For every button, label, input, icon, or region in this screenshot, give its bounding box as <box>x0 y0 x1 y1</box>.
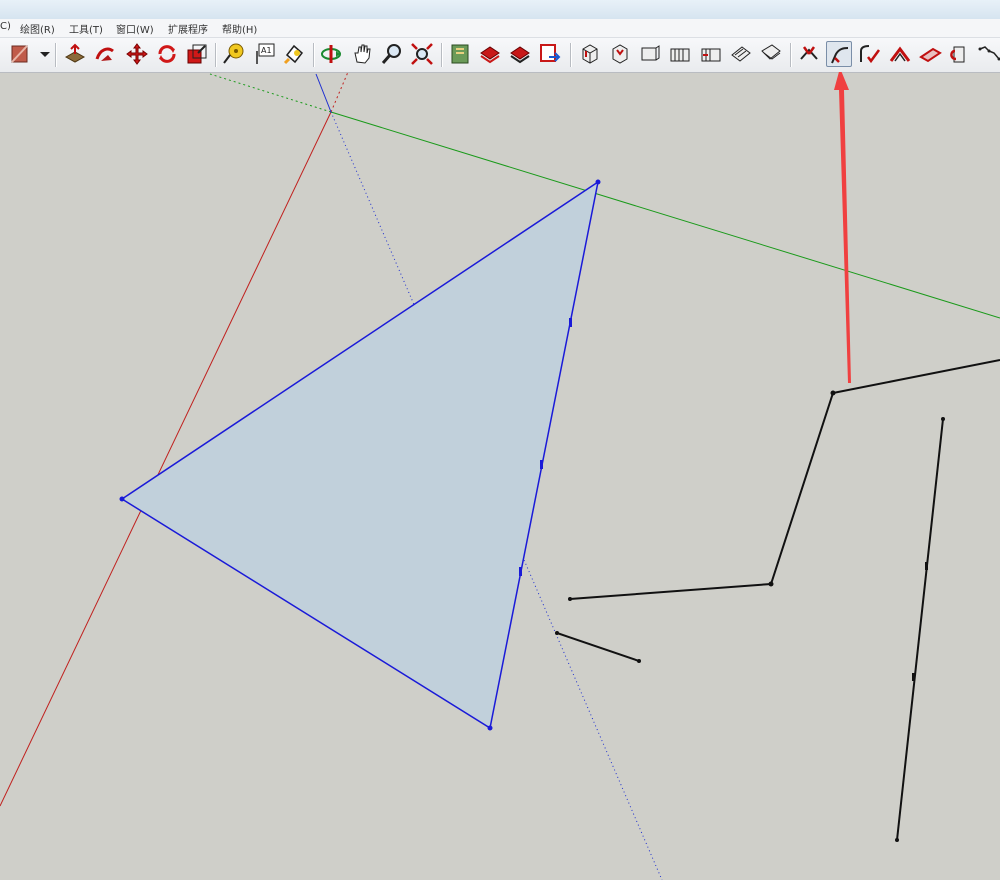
rotate-face-icon[interactable] <box>946 41 972 67</box>
toolbar-separator <box>441 43 442 67</box>
triangle-face[interactable] <box>122 182 598 728</box>
vertex-point <box>595 179 601 185</box>
model-viewport[interactable] <box>0 72 1000 880</box>
vertex-point <box>555 631 559 635</box>
paint-bucket-icon[interactable] <box>281 41 307 67</box>
edge-segment-marker <box>519 567 522 576</box>
dropdown-arrow-icon[interactable] <box>32 41 50 67</box>
vertex-point <box>568 597 572 601</box>
send-to-layout-icon[interactable] <box>537 41 563 67</box>
extension-warehouse-icon[interactable] <box>507 41 533 67</box>
green-axis <box>330 111 1000 319</box>
toolbar-separator <box>570 43 571 67</box>
move-icon[interactable] <box>124 41 150 67</box>
green-axis-hidden <box>209 73 332 113</box>
pan-icon[interactable] <box>349 41 375 67</box>
extrude-icon[interactable] <box>917 41 943 67</box>
push-pull-icon[interactable] <box>62 41 88 67</box>
toolbar-separator <box>215 43 216 67</box>
scale-icon[interactable] <box>184 41 210 67</box>
menu-item-tools[interactable]: 工具(T) <box>69 21 103 36</box>
svg-text:A1: A1 <box>261 46 272 55</box>
vertex-point <box>487 725 493 731</box>
vertex-point <box>119 496 125 502</box>
follow-me-icon[interactable] <box>92 41 118 67</box>
menu-item-help[interactable]: 帮助(H) <box>222 21 257 36</box>
vertex-point <box>830 390 836 396</box>
share-model-icon[interactable] <box>477 41 503 67</box>
curve-icon[interactable] <box>976 41 1000 67</box>
long-edge[interactable] <box>896 418 944 841</box>
blue-axis <box>315 73 332 113</box>
top-view-icon[interactable] <box>607 41 633 67</box>
toolbar-separator <box>790 43 791 67</box>
zoom-icon[interactable] <box>379 41 405 67</box>
edge-segment-marker <box>540 460 543 469</box>
zoom-extents-icon[interactable] <box>409 41 435 67</box>
bottom-view-icon[interactable] <box>758 41 784 67</box>
tape-measure-icon[interactable] <box>221 41 247 67</box>
short-edge[interactable] <box>556 632 640 662</box>
rotate-icon[interactable] <box>154 41 180 67</box>
right-view-icon[interactable] <box>667 41 693 67</box>
iso-view-icon[interactable] <box>577 41 603 67</box>
vertex-point <box>941 417 945 421</box>
fillet-icon[interactable] <box>857 41 883 67</box>
front-view-icon[interactable] <box>637 41 663 67</box>
vertex-point <box>637 659 641 663</box>
menu-item-draw[interactable]: 绘图(R) <box>20 21 55 36</box>
menu-item-extensions[interactable]: 扩展程序 <box>168 21 208 36</box>
text-icon[interactable]: A1 <box>251 41 277 67</box>
menu-item-edit[interactable]: C) <box>0 21 11 32</box>
orbit-icon[interactable] <box>318 41 344 67</box>
make-face-icon[interactable] <box>796 41 822 67</box>
back-view-icon[interactable] <box>698 41 724 67</box>
title-bar <box>0 0 1000 19</box>
vertex-point <box>895 838 899 842</box>
weld-edges-icon[interactable] <box>826 41 852 67</box>
chamfer-icon[interactable] <box>887 41 913 67</box>
edge-segment-marker <box>912 673 915 681</box>
viewport-canvas[interactable] <box>0 72 1000 880</box>
materials-icon[interactable] <box>6 41 32 67</box>
menu-bar: C) 绘图(R) 工具(T) 窗口(W) 扩展程序 帮助(H) <box>0 19 1000 38</box>
edge-segment-marker <box>569 318 572 327</box>
warehouse-icon[interactable] <box>447 41 473 67</box>
red-axis-hidden <box>330 72 349 113</box>
toolbar-separator <box>313 43 314 67</box>
toolbar-separator <box>55 43 56 67</box>
menu-item-window[interactable]: 窗口(W) <box>116 21 154 36</box>
edge-segment-marker <box>925 562 928 570</box>
left-view-icon[interactable] <box>728 41 754 67</box>
main-toolbar: A1 <box>0 38 1000 73</box>
vertex-point <box>768 581 774 587</box>
annotation-arrow <box>834 72 851 383</box>
